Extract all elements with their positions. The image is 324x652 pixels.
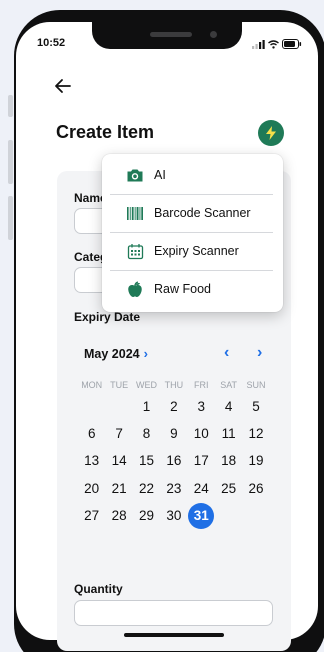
calendar-day[interactable]: 2 [160,393,187,420]
menu-item-label: Raw Food [154,282,211,296]
calendar-day[interactable]: 24 [188,475,215,502]
category-label: Category [74,250,102,264]
status-time: 10:52 [37,37,66,49]
calendar-day-selected[interactable]: 31 [188,502,215,529]
weekday-label: MON [81,380,103,390]
calendar-day[interactable]: 7 [105,420,132,447]
calendar-day[interactable]: 22 [133,475,160,502]
name-label: Name [74,191,102,205]
mute-switch [8,95,13,117]
calendar-day[interactable]: 28 [105,502,132,529]
calendar-blank [78,393,105,420]
month-selector[interactable]: May 2024 › [84,346,148,361]
calendar-day[interactable]: 15 [133,447,160,474]
menu-item-barcode-scanner[interactable]: Barcode Scanner [102,194,283,232]
weekday-label: SAT [220,380,238,390]
signal-icon [252,39,265,49]
day-grid: 1 2 3 4 5 6 7 8 9 10 11 12 13 14 15 16 17 18 19 20 21 22 23 24 2… [78,393,270,529]
calendar-day[interactable]: 11 [215,420,242,447]
page-title: Create Item [56,122,155,142]
volume-up-button [8,140,13,184]
calendar-day[interactable]: 26 [242,475,269,502]
calendar-blank [105,393,132,420]
weekday-header: MON TUE WED THU FRI SAT SUN [78,377,270,393]
menu-item-ai[interactable]: AI [102,156,283,194]
calendar-day[interactable]: 17 [188,447,215,474]
calendar-day[interactable]: 12 [242,420,269,447]
quantity-input[interactable] [74,600,273,626]
next-month-button[interactable]: › [257,344,262,362]
weekday-label: SUN [246,380,266,390]
calendar-day[interactable]: 6 [78,420,105,447]
battery-icon [282,39,302,49]
weekday-label: FRI [194,380,209,390]
calendar-day[interactable]: 19 [242,447,269,474]
weekday-label: THU [164,380,184,390]
wifi-icon [268,39,279,49]
menu-item-label: Barcode Scanner [154,206,251,220]
menu-item-raw-food[interactable]: Raw Food [102,270,283,308]
menu-item-label: AI [154,168,166,182]
camera-icon [126,166,144,184]
calendar-day[interactable]: 25 [215,475,242,502]
calendar-day[interactable]: 23 [160,475,187,502]
status-icons [252,39,302,49]
calendar-day[interactable]: 5 [242,393,269,420]
menu-item-label: Expiry Scanner [154,244,239,258]
lightning-icon [266,126,276,140]
calendar-day[interactable]: 10 [188,420,215,447]
add-method-menu: AI Barcode Scanner Expiry Scanner Raw Fo… [102,154,283,312]
calendar-day[interactable]: 8 [133,420,160,447]
volume-down-button [8,196,13,240]
month-label: May 2024 [84,346,140,361]
chevron-right-icon: › [143,346,148,361]
calendar-day[interactable]: 9 [160,420,187,447]
notch [92,22,242,49]
calendar-day[interactable]: 21 [105,475,132,502]
calendar-day[interactable]: 14 [105,447,132,474]
weekday-label: WED [135,380,157,390]
apple-icon [126,280,144,298]
calendar-day[interactable]: 4 [215,393,242,420]
calendar-day[interactable]: 1 [133,393,160,420]
calendar-day[interactable]: 13 [78,447,105,474]
expiry-date-label: Expiry Date [74,310,141,324]
calendar-day[interactable]: 18 [215,447,242,474]
weekday-label: TUE [110,380,129,390]
speaker [150,32,192,37]
calendar-icon [126,242,144,260]
home-indicator [124,633,224,637]
quick-add-button[interactable] [258,120,284,146]
calendar-day[interactable]: 27 [78,502,105,529]
barcode-icon [126,204,144,222]
quantity-label: Quantity [74,582,123,596]
calendar-grid: MON TUE WED THU FRI SAT SUN 1 2 3 4 5 6 7 8 9 10 11 12 13 1… [78,377,270,529]
calendar-day[interactable]: 20 [78,475,105,502]
menu-item-expiry-scanner[interactable]: Expiry Scanner [102,232,283,270]
back-arrow-icon[interactable] [54,78,72,94]
calendar-day[interactable]: 30 [160,502,187,529]
previous-month-button[interactable]: ‹ [224,344,229,362]
calendar-day[interactable]: 29 [133,502,160,529]
calendar-day[interactable]: 3 [188,393,215,420]
front-camera [210,31,217,38]
calendar-day[interactable]: 16 [160,447,187,474]
